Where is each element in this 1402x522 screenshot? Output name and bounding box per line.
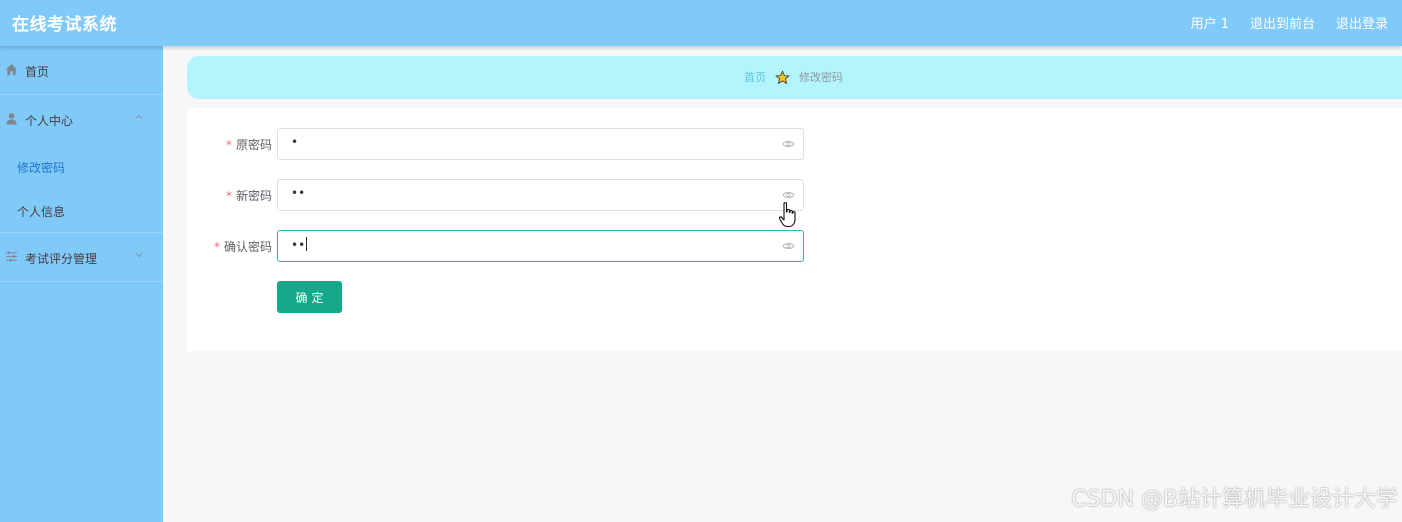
sidebar-subitem-label: 修改密码 [17, 161, 66, 175]
confirm-password-label: * 确认密码 [213, 240, 272, 254]
exit-to-front-link[interactable]: 退出到前台 [1250, 13, 1315, 32]
eye-icon[interactable] [782, 241, 795, 251]
form-row-confirm-password: * 确认密码 •• [187, 230, 807, 262]
new-password-value: •• [291, 186, 306, 200]
breadcrumb-bar: 首页 修改密码 [187, 56, 1402, 99]
required-mark: * [213, 240, 220, 254]
sidebar-item-label: 考试评分管理 [25, 252, 98, 266]
chevron-down-icon [135, 253, 143, 258]
breadcrumb: 首页 修改密码 [744, 69, 843, 85]
required-mark: * [225, 138, 232, 152]
required-mark: * [225, 189, 232, 203]
header-nav: 用户 1 退出到前台 退出登录 [1191, 13, 1388, 32]
eye-icon[interactable] [782, 139, 795, 149]
change-password-form: * 原密码 • * 新密码 •• * 确认密码 •• 确定 [187, 108, 1402, 351]
new-password-label: * 新密码 [225, 189, 272, 203]
home-icon [5, 63, 18, 76]
eye-icon[interactable] [782, 190, 795, 200]
text-caret [306, 237, 308, 251]
sidebar: 首页 个人中心 修改密码 个人信息 考试评分管理 [0, 46, 163, 522]
old-password-label: * 原密码 [225, 138, 272, 152]
sidebar-subitem-change-password[interactable]: 修改密码 [0, 144, 163, 188]
old-password-value: • [291, 135, 299, 149]
new-password-input[interactable]: •• [277, 179, 804, 211]
breadcrumb-home-link[interactable]: 首页 [744, 69, 766, 85]
sidebar-item-exam-score[interactable]: 考试评分管理 [0, 233, 163, 282]
user-menu-link[interactable]: 用户 1 [1191, 13, 1229, 32]
star-icon [775, 70, 790, 84]
sidebar-item-label: 个人中心 [25, 114, 74, 128]
breadcrumb-current: 修改密码 [799, 71, 843, 84]
user-icon [6, 113, 17, 125]
old-password-input[interactable]: • [277, 128, 804, 160]
form-row-new-password: * 新密码 •• [187, 179, 807, 211]
app-title: 在线考试系统 [12, 15, 117, 35]
personal-center-submenu: 修改密码 个人信息 [0, 144, 163, 233]
sidebar-item-label: 首页 [25, 65, 50, 79]
sidebar-subitem-personal-info[interactable]: 个人信息 [0, 188, 163, 232]
confirm-button[interactable]: 确定 [277, 281, 342, 313]
hand-pointer-cursor-icon [778, 202, 796, 228]
sidebar-item-personal-center[interactable]: 个人中心 [0, 95, 163, 144]
confirm-password-input[interactable]: •• [277, 230, 804, 262]
confirm-password-value: •• [291, 237, 308, 252]
sidebar-subitem-label: 个人信息 [17, 205, 66, 219]
sliders-icon [5, 251, 18, 262]
form-row-old-password: * 原密码 • [187, 128, 807, 160]
chevron-up-icon [135, 114, 143, 119]
sidebar-item-home[interactable]: 首页 [0, 46, 163, 95]
top-header: 在线考试系统 用户 1 退出到前台 退出登录 [0, 0, 1402, 46]
logout-link[interactable]: 退出登录 [1336, 13, 1388, 32]
watermark-text: CSDN @B站计算机毕业设计大学 [1071, 487, 1398, 512]
